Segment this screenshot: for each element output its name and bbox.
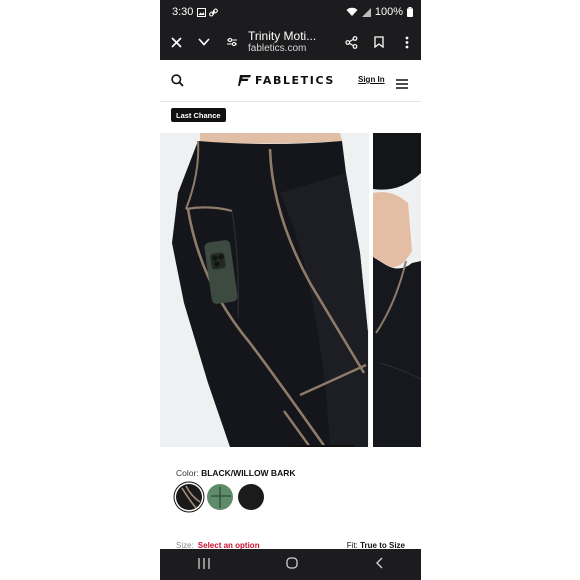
swatch-sage-green[interactable] <box>207 484 233 510</box>
system-nav-bar <box>160 549 421 580</box>
more-vert-icon <box>405 36 409 48</box>
search-icon <box>171 74 184 87</box>
address-bar[interactable]: Trinity Moti... fabletics.com <box>246 30 337 54</box>
phone-screen: 3:30 100% Trinity Moti... fabletics.com <box>160 0 421 580</box>
swatch-pattern-icon <box>181 485 201 509</box>
close-tab-button[interactable] <box>162 24 190 60</box>
product-image-carousel[interactable] <box>160 133 421 447</box>
signal-icon <box>361 7 371 17</box>
swatch-black-willow-bark[interactable] <box>176 484 202 510</box>
product-image-main <box>160 133 421 447</box>
recents-icon <box>198 557 210 569</box>
page-settings-button[interactable] <box>218 24 246 60</box>
color-label-row: Color: BLACK/WILLOW BARK <box>176 468 296 478</box>
swatch-black[interactable] <box>238 484 264 510</box>
status-time: 3:30 <box>172 6 194 18</box>
battery-percent: 100% <box>374 6 403 18</box>
color-swatches <box>176 484 264 510</box>
back-icon <box>375 557 383 568</box>
browser-toolbar: Trinity Moti... fabletics.com <box>160 24 421 60</box>
site-header: FABLETICS Sign In <box>160 60 421 102</box>
close-icon <box>170 36 182 48</box>
home-button[interactable] <box>286 556 299 574</box>
status-notification-icons <box>197 7 219 17</box>
swatch-pattern-icon <box>211 487 231 508</box>
page-title: Trinity Moti... <box>248 29 317 43</box>
wifi-icon <box>346 7 358 16</box>
minimize-button[interactable] <box>190 24 218 60</box>
gallery-icon <box>197 7 207 17</box>
back-button[interactable] <box>375 556 383 574</box>
search-button[interactable] <box>171 74 184 92</box>
battery-icon <box>407 7 413 17</box>
brand-name: FABLETICS <box>255 74 335 87</box>
recents-button[interactable] <box>198 556 210 574</box>
menu-button[interactable] <box>396 76 408 94</box>
page-settings-icon <box>227 37 237 47</box>
bookmark-icon <box>374 36 384 48</box>
share-button[interactable] <box>337 24 365 60</box>
bookmark-button[interactable] <box>365 24 393 60</box>
home-icon <box>286 556 299 569</box>
color-label: Color: <box>176 468 199 478</box>
sign-in-link[interactable]: Sign In <box>358 75 385 84</box>
share-icon <box>344 35 357 49</box>
last-chance-badge: Last Chance <box>171 108 226 122</box>
status-bar: 3:30 100% <box>160 0 421 24</box>
page-url: fabletics.com <box>248 43 307 55</box>
fabletics-logo-icon <box>238 75 251 86</box>
link-icon <box>209 8 219 16</box>
chevron-down-icon <box>198 38 210 46</box>
more-options-button[interactable] <box>393 24 421 60</box>
brand-logo[interactable]: FABLETICS <box>238 74 335 87</box>
color-value: BLACK/WILLOW BARK <box>201 468 296 478</box>
menu-icon <box>396 79 408 89</box>
